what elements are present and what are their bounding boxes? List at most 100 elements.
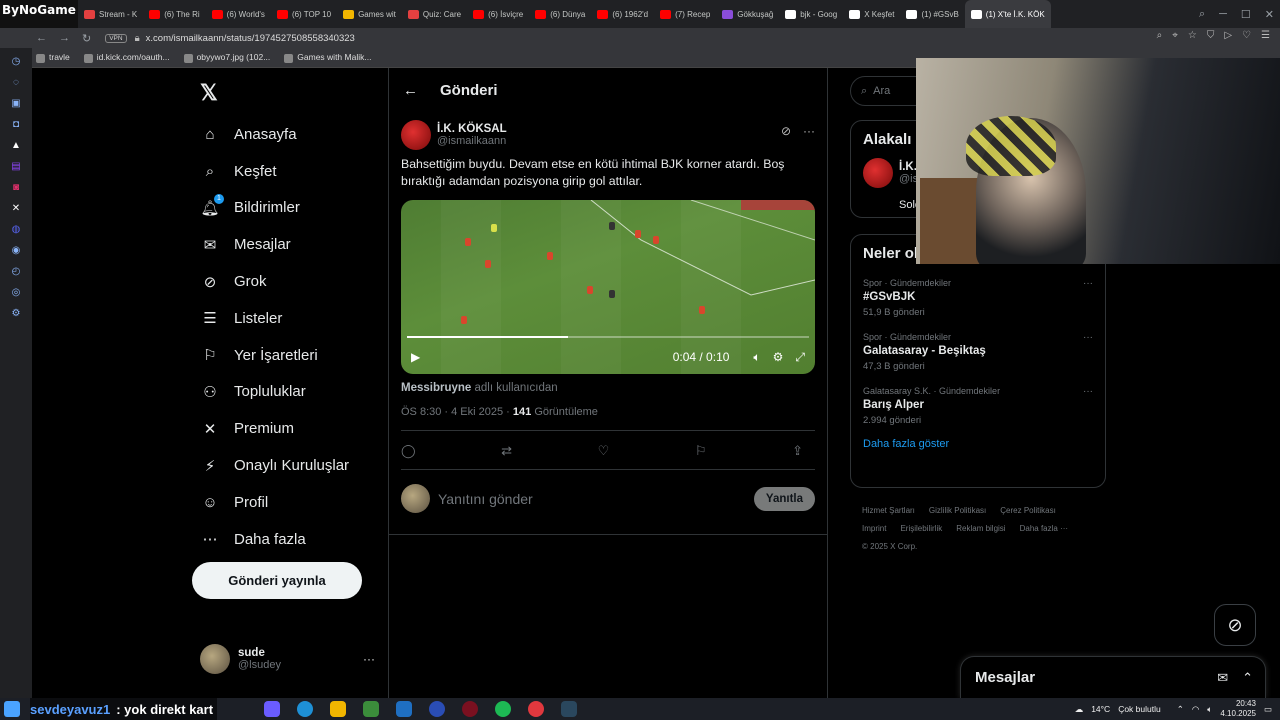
weather-icon[interactable]: ☁	[1075, 704, 1084, 715]
notes-icon[interactable]: ◎	[10, 287, 22, 299]
browser-tab[interactable]: (1) #GSvB	[900, 0, 964, 28]
fullscreen-icon[interactable]: ⤢	[795, 350, 805, 365]
nav-item[interactable]: ⋯ Daha fazla	[190, 521, 349, 558]
ea-icon[interactable]	[429, 701, 445, 717]
heart-icon[interactable]: ♡	[1242, 30, 1251, 41]
steam-icon[interactable]	[561, 701, 577, 717]
weather-desc[interactable]: Çok bulutlu	[1118, 704, 1161, 714]
messages-drawer[interactable]: Mesajlar ✉ ⌃	[960, 656, 1266, 698]
nav-item[interactable]: ⚐ Yer İşaretleri	[190, 337, 349, 374]
footer-link[interactable]: Çerez Politikası	[1000, 506, 1056, 515]
lock-icon[interactable]: 🔒︎	[135, 33, 140, 44]
browser-tab[interactable]: (6) The Ri	[143, 0, 205, 28]
play-icon[interactable]: ▶	[411, 350, 420, 364]
browser-tab[interactable]: (6) TOP 10	[271, 0, 337, 28]
clock-icon[interactable]: ◴	[10, 266, 22, 278]
music-icon[interactable]: ◉	[10, 245, 22, 257]
ai-icon[interactable]: ◌	[10, 77, 22, 89]
weather-temp[interactable]: 14°C	[1091, 704, 1110, 714]
nav-item[interactable]: ☰ Listeler	[190, 300, 349, 337]
url-field[interactable]: x.com/ismailkaann/status/197452750855834…	[146, 33, 355, 44]
more-icon[interactable]: ···	[363, 652, 375, 666]
file-explorer-icon[interactable]	[330, 701, 346, 717]
forward-icon[interactable]: →	[59, 32, 70, 45]
bookmark-item[interactable]: Games with Malik...	[284, 52, 371, 63]
browser-tab[interactable]: (6) World's	[206, 0, 271, 28]
close-icon[interactable]: ✕	[1265, 8, 1274, 21]
video-progress-bar[interactable]	[407, 336, 809, 338]
bookmark-icon[interactable]: ⚐	[695, 443, 707, 459]
browser-tab[interactable]: Quiz: Care	[402, 0, 467, 28]
grok-explain-icon[interactable]: ⊘	[781, 124, 791, 138]
back-arrow-icon[interactable]: ←	[403, 82, 418, 99]
browser-tab[interactable]: X Keşfet	[843, 0, 900, 28]
browser-tab[interactable]: Stream - K	[78, 0, 143, 28]
show-more-link[interactable]: Daha fazla göster	[851, 434, 1105, 462]
discord-icon[interactable]: ◍	[10, 224, 22, 236]
browser-tab[interactable]: Gökkuşağ	[716, 0, 779, 28]
back-icon[interactable]: ←	[36, 32, 47, 45]
tray-expand-icon[interactable]: ⌃	[1177, 704, 1184, 715]
browser-tab[interactable]: (6) İsviçre	[467, 0, 529, 28]
nav-item[interactable]: 🔔︎ 1 Bildirimler	[190, 190, 349, 227]
nav-item[interactable]: ⌂ Anasayfa	[190, 116, 349, 153]
spotify-icon[interactable]	[495, 701, 511, 717]
notification-icon[interactable]: ▭	[1264, 704, 1272, 715]
video-settings-icon[interactable]: ⚙	[773, 350, 784, 364]
post-button[interactable]: Gönderi yayınla	[192, 562, 362, 599]
author-name[interactable]: İ.K. KÖKSAL	[437, 123, 507, 135]
footer-link[interactable]: © 2025 X Corp.	[862, 542, 917, 551]
copilot-icon[interactable]	[264, 701, 280, 717]
grok-fab-icon[interactable]: ⊘	[1214, 604, 1256, 646]
twitch-icon[interactable]: ▤	[10, 161, 22, 173]
wallet-icon[interactable]: ▣	[10, 98, 22, 110]
nav-item[interactable]: ☺ Profil	[190, 484, 349, 521]
windows-start-icon[interactable]	[4, 701, 20, 717]
author-handle[interactable]: @ismailkaann	[437, 135, 507, 147]
volume-tray-icon[interactable]: 🔈︎	[1207, 704, 1212, 715]
settings-icon[interactable]: ⚙	[10, 308, 22, 320]
outlook-icon[interactable]	[396, 701, 412, 717]
vpn-badge[interactable]: VPN	[105, 33, 127, 43]
footer-link[interactable]: Reklam bilgisi	[956, 524, 1005, 533]
related-avatar[interactable]	[863, 158, 893, 188]
trend-more-icon[interactable]: ···	[1083, 278, 1093, 289]
browser-tab[interactable]: bjk - Goog	[779, 0, 843, 28]
browser-tab[interactable]: (6) 1962'd	[591, 0, 654, 28]
browser-tab[interactable]: (1) X'te İ.K. KÖK	[964, 0, 1051, 28]
arc-icon[interactable]: ▲	[10, 140, 22, 152]
edge-icon[interactable]	[297, 701, 313, 717]
author-avatar[interactable]	[401, 120, 431, 150]
browser-tab[interactable]: Games wit	[337, 0, 402, 28]
recorder-icon[interactable]	[528, 701, 544, 717]
footer-link[interactable]: Gizlilik Politikası	[929, 506, 986, 515]
trend-more-icon[interactable]: ···	[1083, 386, 1093, 397]
maximize-icon[interactable]: ☐	[1241, 8, 1251, 21]
trend-item[interactable]: Spor · Gündemdekiler #GSvBJK 51,9 B gönder…	[851, 272, 1105, 326]
footer-link[interactable]: Erişilebilirlik	[900, 524, 942, 533]
attribution-user[interactable]: Messibruyne	[401, 382, 471, 394]
browser-tab[interactable]: (7) Recep	[654, 0, 716, 28]
nav-item[interactable]: ⊘ Grok	[190, 263, 349, 300]
reply-input[interactable]: Yanıtını gönder	[438, 491, 746, 507]
wifi-icon[interactable]: ◠	[1192, 704, 1199, 715]
zoom-icon[interactable]: ⌕	[1157, 30, 1163, 41]
footer-link[interactable]: Hizmet Şartları	[862, 506, 915, 515]
bookmark-item[interactable]: id.kick.com/oauth...	[83, 52, 170, 63]
search-tabs-icon[interactable]: ⌕	[1199, 8, 1205, 21]
nav-item[interactable]: ⚇ Topluluklar	[190, 374, 349, 411]
browser-tab[interactable]: (6) Dünya	[529, 0, 591, 28]
volume-icon[interactable]: 🔈︎	[753, 350, 760, 365]
shield-icon[interactable]: ⛉	[1207, 30, 1215, 41]
x-dock-icon[interactable]: ✕	[10, 203, 22, 215]
expand-icon[interactable]: ⌃	[1242, 670, 1253, 686]
retweet-icon[interactable]: ⇄	[501, 443, 512, 459]
footer-link[interactable]: Daha fazla ···	[1020, 524, 1068, 533]
clock[interactable]: 20:43 4.10.2025	[1220, 699, 1256, 719]
tweet-time[interactable]: ÖS 8:30 · 4 Eki 2025 ·	[401, 406, 510, 418]
reply-button[interactable]: Yanıtla	[753, 486, 815, 511]
menu-icon[interactable]: ☰	[1261, 30, 1270, 41]
play-icon[interactable]: ▷	[1224, 30, 1232, 41]
bookmark-star-icon[interactable]: ☆	[1188, 30, 1197, 41]
share-icon[interactable]: ⇪	[792, 443, 803, 459]
